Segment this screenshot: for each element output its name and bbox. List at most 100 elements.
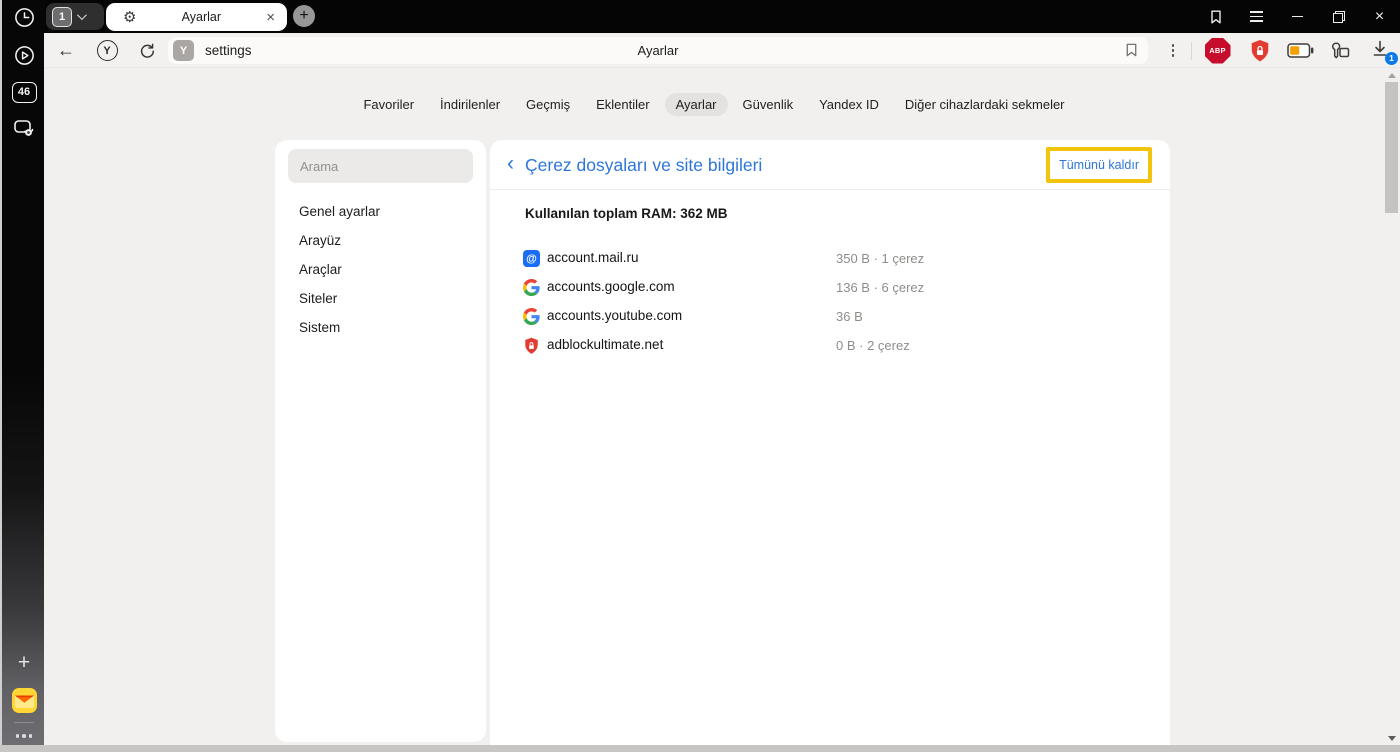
- site-row-adblockultimate[interactable]: adblockultimate.net 0 B · 2 çerez: [490, 331, 1170, 360]
- extensions-overflow-button[interactable]: [1163, 33, 1183, 68]
- battery-saver-button[interactable]: [1285, 33, 1315, 68]
- cookies-panel-title: Çerez dosyaları ve site bilgileri: [525, 155, 763, 175]
- site-row-google[interactable]: accounts.google.com 136 B · 6 çerez: [490, 273, 1170, 302]
- window-bottom-edge: [0, 745, 1400, 752]
- play-circle-icon: [14, 45, 34, 65]
- nav-tab-gecmis[interactable]: Geçmiş: [515, 93, 581, 116]
- sidebar-item-araclar[interactable]: Araçlar: [299, 260, 342, 280]
- tab-count-button[interactable]: 1: [46, 3, 104, 30]
- nav-tab-indirilenler[interactable]: İndirilenler: [429, 93, 511, 116]
- nav-tab-guvenlik[interactable]: Güvenlik: [732, 93, 805, 116]
- ram-summary: Kullanılan toplam RAM: 362 MB: [525, 206, 728, 221]
- site-info: 36 B: [836, 309, 863, 324]
- adblock-shield-icon: [523, 337, 540, 354]
- sidebar-item-sistem[interactable]: Sistem: [299, 318, 340, 338]
- browser-window: 1 ⚙ Ayarlar × + × ← Y Y settings Ayarlar…: [0, 0, 1400, 752]
- settings-nav-tabs: Favoriler İndirilenler Geçmiş Eklentiler…: [44, 91, 1384, 117]
- history-button[interactable]: [2, 5, 46, 29]
- refresh-button[interactable]: [135, 33, 159, 68]
- minimize-button[interactable]: [1277, 0, 1318, 33]
- search-input[interactable]: [288, 149, 473, 183]
- bookmark-flag-icon: [1126, 43, 1137, 57]
- tab-ayarlar[interactable]: ⚙ Ayarlar ×: [106, 3, 287, 31]
- nav-tab-favoriler[interactable]: Favoriler: [352, 93, 425, 116]
- side-panel-button[interactable]: [1195, 0, 1236, 33]
- browser-toolbar: ← Y Y settings Ayarlar ABP 1: [44, 33, 1400, 68]
- remove-all-button[interactable]: Tümünü kaldır: [1059, 158, 1139, 172]
- google-icon: [523, 308, 540, 325]
- nav-tab-diger-cihazlar[interactable]: Diğer cihazlardaki sekmeler: [894, 93, 1076, 116]
- scrollbar-down-arrow[interactable]: [1388, 736, 1396, 741]
- password-manager-button[interactable]: [1325, 33, 1355, 68]
- address-bar-page-title: Ayarlar: [637, 43, 679, 58]
- remove-all-highlight-box: Tümünü kaldır: [1046, 147, 1152, 183]
- nav-tab-eklentiler[interactable]: Eklentiler: [585, 93, 660, 116]
- site-row-mailru[interactable]: @ account.mail.ru 350 B · 1 çerez: [490, 244, 1170, 273]
- menu-button[interactable]: [1236, 0, 1277, 33]
- browser-side-rail: 46 +: [0, 0, 44, 745]
- vertical-dots-icon: [1171, 44, 1175, 57]
- site-info: 136 B · 6 çerez: [836, 280, 925, 295]
- sidebar-item-genel-ayarlar[interactable]: Genel ayarlar: [299, 202, 380, 222]
- plus-icon: +: [17, 651, 31, 674]
- tab-counter-button[interactable]: 46: [2, 80, 46, 104]
- minimize-icon: [1292, 15, 1303, 18]
- tab-strip: 1 ⚙ Ayarlar × + ×: [0, 0, 1400, 33]
- abp-icon: ABP: [1204, 37, 1231, 64]
- back-arrow-icon: ←: [57, 40, 75, 60]
- close-button[interactable]: ×: [1359, 0, 1400, 33]
- scrollbar-up-arrow[interactable]: [1388, 73, 1396, 78]
- add-panel-button[interactable]: +: [2, 651, 46, 675]
- site-row-youtube[interactable]: accounts.youtube.com 36 B: [490, 302, 1170, 331]
- page-favicon: Y: [173, 40, 194, 61]
- screenshot-button[interactable]: [2, 116, 46, 140]
- scrollbar-thumb[interactable]: [1385, 82, 1398, 213]
- hamburger-icon: [1250, 11, 1263, 22]
- bookmark-button[interactable]: [1124, 42, 1139, 63]
- cookies-panel-header: ‹ Çerez dosyaları ve site bilgileri Tümü…: [490, 140, 1170, 190]
- page-scrollbar[interactable]: [1383, 68, 1400, 745]
- ellipsis-icon: [15, 734, 20, 738]
- window-controls: ×: [1195, 0, 1400, 33]
- back-button[interactable]: ←: [54, 33, 78, 68]
- sidebar-divider: [14, 722, 34, 723]
- mailru-icon: @: [523, 250, 540, 267]
- yandex-mail-icon: [11, 687, 37, 713]
- sidebar-more-button[interactable]: [2, 730, 46, 742]
- nav-tab-yandex-id[interactable]: Yandex ID: [808, 93, 890, 116]
- back-chevron-icon[interactable]: ‹: [507, 152, 514, 176]
- shield-lock-icon: [1251, 39, 1268, 61]
- cookies-panel: ‹ Çerez dosyaları ve site bilgileri Tümü…: [490, 140, 1170, 745]
- key-icon: [1331, 41, 1350, 58]
- sidebar-item-arayuz[interactable]: Arayüz: [299, 231, 341, 251]
- chevron-down-icon: [76, 10, 87, 21]
- address-bar[interactable]: Y settings Ayarlar: [168, 37, 1148, 64]
- download-count-badge: 1: [1385, 51, 1398, 65]
- refresh-icon: [140, 43, 155, 58]
- tab-title: Ayarlar: [181, 10, 222, 24]
- sidebar-item-siteler[interactable]: Siteler: [299, 289, 337, 309]
- site-domain: adblockultimate.net: [547, 337, 664, 352]
- settings-sidebar-panel: Genel ayarlar Arayüz Araçlar Siteler Sis…: [275, 140, 486, 742]
- restore-icon: [1332, 10, 1345, 23]
- adblock-extension-button[interactable]: [1246, 33, 1273, 68]
- clock-icon: [14, 7, 34, 27]
- tab-close-icon[interactable]: ×: [266, 10, 275, 25]
- toolbar-divider: [1191, 42, 1192, 60]
- battery-icon: [1286, 43, 1313, 58]
- nav-tab-ayarlar[interactable]: Ayarlar: [664, 92, 728, 116]
- video-button[interactable]: [2, 43, 46, 67]
- yandex-mail-button[interactable]: [2, 687, 46, 713]
- downloads-button[interactable]: 1: [1366, 33, 1398, 68]
- gear-icon: ⚙: [123, 8, 137, 26]
- restore-button[interactable]: [1318, 0, 1359, 33]
- site-info: 0 B · 2 çerez: [836, 338, 910, 353]
- screenshot-camera-icon: [14, 120, 34, 136]
- close-icon: ×: [1374, 7, 1385, 25]
- bookmark-ribbon-icon: [1210, 10, 1221, 23]
- yandex-circle-icon: Y: [96, 40, 118, 61]
- site-domain: accounts.google.com: [547, 279, 675, 294]
- new-tab-button[interactable]: +: [293, 5, 315, 27]
- abp-extension-button[interactable]: ABP: [1204, 33, 1231, 68]
- yandex-home-button[interactable]: Y: [95, 33, 119, 68]
